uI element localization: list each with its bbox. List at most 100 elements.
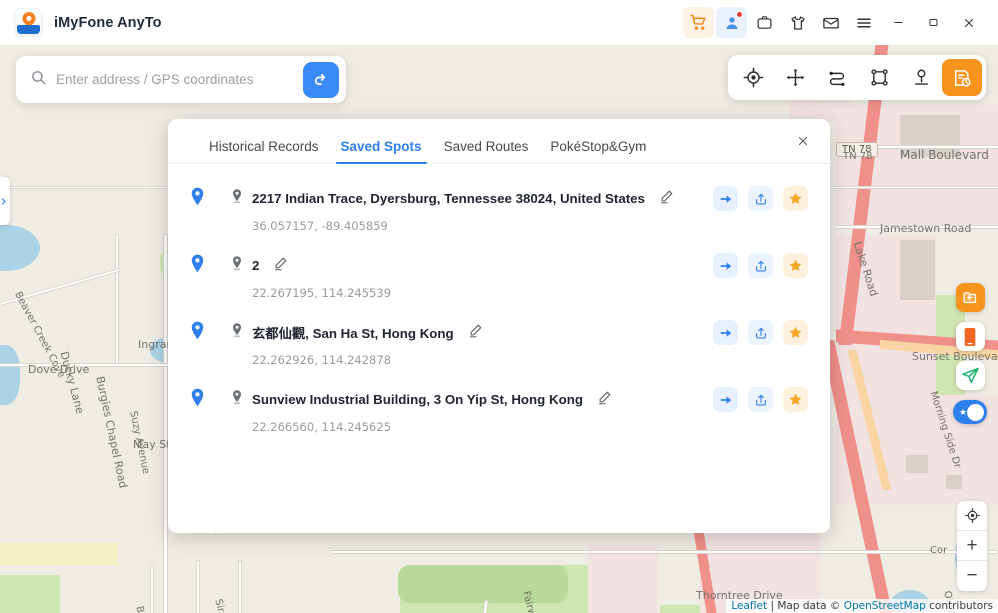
favorite-star-icon xyxy=(789,393,802,405)
favorite-star-button[interactable] xyxy=(783,253,808,278)
menu-icon[interactable] xyxy=(848,7,879,38)
teleport-mode-button[interactable] xyxy=(732,59,774,96)
favorite-star-button[interactable] xyxy=(783,387,808,412)
saved-spot-row[interactable]: 2 22.267195, 114.245539 xyxy=(168,243,830,310)
tab-saved-routes[interactable]: Saved Routes xyxy=(433,139,540,163)
tab-pok-stop-gym[interactable]: PokéStop&Gym xyxy=(539,139,657,163)
saved-spot-row[interactable]: Sunview Industrial Building, 3 On Yip St… xyxy=(168,377,830,444)
move-button[interactable] xyxy=(955,361,985,390)
search-go-button[interactable] xyxy=(303,61,339,98)
location-pin-icon[interactable] xyxy=(190,254,205,278)
favorite-star-button[interactable] xyxy=(783,186,808,211)
joystick-mode-button[interactable] xyxy=(900,59,942,96)
import-gpx-button[interactable] xyxy=(955,283,985,312)
saved-spot-coords: 22.262926, 114.242878 xyxy=(252,353,392,367)
map-road xyxy=(0,268,119,306)
toggle-star-icon: ★ xyxy=(959,406,968,417)
tshirt-icon[interactable] xyxy=(782,7,813,38)
tab-historical-records[interactable]: Historical Records xyxy=(198,139,330,163)
records-panel-button[interactable] xyxy=(942,59,982,96)
account-icon[interactable] xyxy=(716,7,747,38)
maximize-button[interactable] xyxy=(918,7,949,38)
move-here-icon xyxy=(720,329,731,337)
minimize-button[interactable] xyxy=(883,7,914,38)
map-building xyxy=(906,455,928,473)
location-pin-icon xyxy=(191,321,204,339)
locate-me-button[interactable] xyxy=(957,501,987,531)
dialog-tabs: Historical Records Saved Spots Saved Route… xyxy=(168,119,830,164)
zoom-out-button[interactable]: − xyxy=(957,561,987,591)
multi-spot-route-button[interactable] xyxy=(858,59,900,96)
share-upload-button[interactable] xyxy=(748,320,773,345)
osm-link[interactable]: OpenStreetMap xyxy=(844,600,926,612)
close-button[interactable] xyxy=(953,7,984,38)
left-panel-handle[interactable] xyxy=(0,177,10,225)
edit-pencil-icon[interactable] xyxy=(659,189,674,209)
favorite-star-icon xyxy=(789,192,802,204)
map-road xyxy=(0,364,179,366)
location-pin-icon xyxy=(191,187,204,205)
saved-spot-row[interactable]: 2217 Indian Trace, Dyersburg, Tennessee … xyxy=(168,176,830,243)
spot-marker-icon xyxy=(231,322,243,343)
edit-pencil-icon[interactable] xyxy=(273,256,288,276)
edit-pencil-icon xyxy=(598,391,611,404)
spot-marker-icon xyxy=(231,188,243,209)
move-here-icon xyxy=(720,396,731,404)
map-building xyxy=(946,475,962,489)
map-zoom-controls: + − xyxy=(957,501,987,591)
location-pin-icon[interactable] xyxy=(190,388,205,412)
map-park xyxy=(398,565,568,603)
map-road xyxy=(197,561,199,613)
cart-icon[interactable] xyxy=(683,7,714,38)
chevron-right-icon xyxy=(1,197,6,205)
edit-pencil-icon[interactable] xyxy=(468,323,483,343)
location-pin-icon[interactable] xyxy=(190,321,205,345)
row-actions xyxy=(713,186,808,211)
share-upload-button[interactable] xyxy=(748,253,773,278)
saved-spot-row[interactable]: 玄都仙觀, San Ha St, Hong Kong 22.262926, 114… xyxy=(168,310,830,377)
cooldown-toggle[interactable]: ★ xyxy=(953,400,987,424)
saved-spots-list[interactable]: 2217 Indian Trace, Dyersburg, Tennessee … xyxy=(168,164,830,533)
saved-spot-name: 玄都仙觀, San Ha St, Hong Kong xyxy=(252,326,454,341)
edit-pencil-icon[interactable] xyxy=(597,390,612,410)
move-here-button[interactable] xyxy=(713,253,738,278)
tab-saved-spots[interactable]: Saved Spots xyxy=(330,139,433,164)
share-upload-icon xyxy=(755,260,766,272)
move-here-icon xyxy=(720,195,731,203)
map-building xyxy=(900,240,935,300)
app-window: ⛳ TN 78 TN 78 Mount HopePennell LaneNort… xyxy=(0,0,998,613)
row-actions xyxy=(713,253,808,278)
map-road xyxy=(330,551,997,553)
multi-spot-move-button[interactable] xyxy=(774,59,816,96)
location-pin-icon xyxy=(191,254,204,272)
saved-spot-name: 2 xyxy=(252,258,260,273)
edit-pencil-icon xyxy=(275,257,287,270)
map-farmland xyxy=(0,543,118,565)
saved-spot-name: 2217 Indian Trace, Dyersburg, Tennessee … xyxy=(252,191,645,206)
mail-icon[interactable] xyxy=(815,7,846,38)
saved-spot-coords: 22.267195, 114.245539 xyxy=(252,286,392,300)
share-upload-icon xyxy=(755,394,766,406)
leaflet-link[interactable]: Leaflet xyxy=(731,600,767,612)
device-button[interactable] xyxy=(955,322,985,351)
briefcase-icon[interactable] xyxy=(749,7,780,38)
spot-marker-icon xyxy=(233,256,241,270)
saved-spots-dialog: Historical Records Saved Spots Saved Route… xyxy=(168,119,830,533)
edit-pencil-icon xyxy=(469,324,482,337)
location-pin-icon[interactable] xyxy=(190,187,205,211)
favorite-star-button[interactable] xyxy=(783,320,808,345)
share-upload-button[interactable] xyxy=(748,387,773,412)
map-road xyxy=(151,566,153,613)
location-pin-icon xyxy=(191,388,204,406)
move-here-button[interactable] xyxy=(713,320,738,345)
toggle-knob xyxy=(967,403,984,421)
two-spot-route-button[interactable] xyxy=(816,59,858,96)
move-here-button[interactable] xyxy=(713,387,738,412)
title-bar: iMyFone AnyTo xyxy=(0,0,998,45)
saved-spot-coords: 36.057157, -89.405859 xyxy=(252,219,388,233)
zoom-in-button[interactable]: + xyxy=(957,531,987,561)
close-icon[interactable] xyxy=(790,128,816,154)
move-here-button[interactable] xyxy=(713,186,738,211)
search-input[interactable] xyxy=(56,72,303,87)
share-upload-button[interactable] xyxy=(748,186,773,211)
